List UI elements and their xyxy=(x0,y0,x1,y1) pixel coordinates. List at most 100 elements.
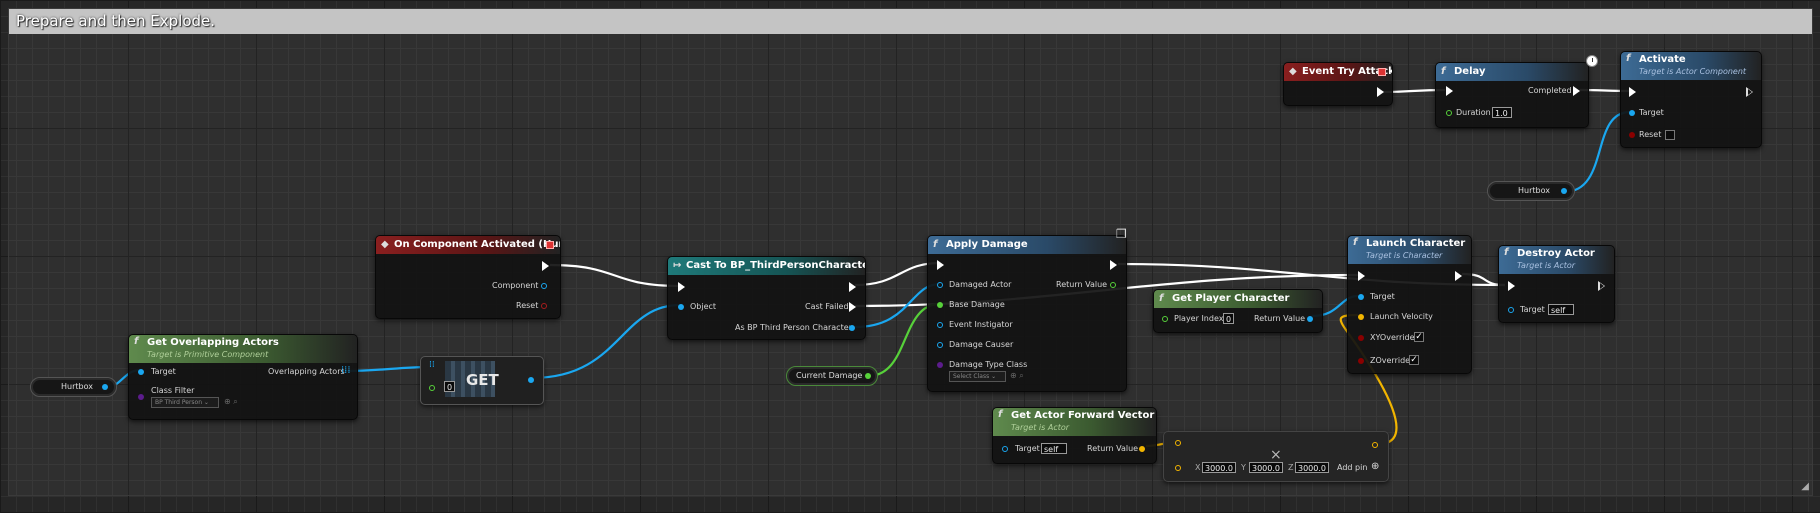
completed-exec-pin[interactable] xyxy=(1573,86,1580,96)
target-pin[interactable] xyxy=(1629,110,1635,116)
reset-pin[interactable] xyxy=(1629,132,1635,138)
player-index-input[interactable]: 0 xyxy=(1223,313,1234,324)
component-pin[interactable] xyxy=(541,283,547,289)
launch-character-node[interactable]: f Launch Character Target is Character T… xyxy=(1347,235,1472,374)
launch-character-header[interactable]: f Launch Character Target is Character xyxy=(1348,236,1471,264)
vector-b-pin[interactable] xyxy=(1175,465,1181,471)
damage-causer-pin[interactable] xyxy=(937,342,943,348)
get-overlapping-actors-header[interactable]: f Get Overlapping Actors Target is Primi… xyxy=(129,335,357,363)
exec-in-pin[interactable] xyxy=(678,282,685,292)
player-index-pin[interactable] xyxy=(1162,316,1168,322)
target-self-field[interactable]: self xyxy=(1548,304,1574,315)
current-damage-variable-node[interactable]: Current Damage xyxy=(786,366,878,386)
cast-failed-exec-pin[interactable] xyxy=(849,302,856,312)
array-pin-icon[interactable]: ⁞⁞⁞ xyxy=(341,365,351,376)
cast-node[interactable]: ↦ Cast To BP_ThirdPersonCharacter Object… xyxy=(667,256,866,340)
base-damage-pin[interactable] xyxy=(937,302,943,308)
on-component-activated-header[interactable]: ◆ On Component Activated (Hurtbox) xyxy=(376,236,560,254)
target-self-field[interactable]: self xyxy=(1041,443,1067,454)
damage-type-class-pin[interactable] xyxy=(937,362,943,368)
exec-out-pin[interactable] xyxy=(1455,271,1462,281)
hurtbox-out-pin[interactable] xyxy=(102,384,108,390)
hurtbox-out-pin[interactable] xyxy=(1561,188,1567,194)
exec-in-pin[interactable] xyxy=(1508,281,1515,291)
get-overlapping-actors-node[interactable]: f Get Overlapping Actors Target is Primi… xyxy=(128,334,358,420)
exec-out-pin[interactable] xyxy=(1110,260,1117,270)
exec-in-pin[interactable] xyxy=(1629,87,1636,97)
event-try-attack-header[interactable]: ◆ Event Try Attack xyxy=(1284,63,1392,81)
object-pin[interactable] xyxy=(678,304,684,310)
event-delegate-icon[interactable] xyxy=(546,241,554,249)
z-input[interactable]: 3000.0 xyxy=(1295,462,1329,473)
result-pin[interactable] xyxy=(1372,442,1378,448)
activate-header[interactable]: f Activate Target is Actor Component xyxy=(1621,52,1761,80)
reset-checkbox[interactable] xyxy=(1665,130,1675,140)
target-pin[interactable] xyxy=(1358,294,1364,300)
exec-in-pin[interactable] xyxy=(1358,271,1365,281)
launch-character-title: Launch Character xyxy=(1366,238,1466,249)
return-value-pin[interactable] xyxy=(1110,282,1116,288)
index-pin[interactable] xyxy=(429,385,435,391)
xy-override-pin[interactable] xyxy=(1358,335,1364,341)
event-instigator-pin[interactable] xyxy=(937,322,943,328)
class-filter-dropdown[interactable]: BP Third Person ⌄ xyxy=(151,397,219,408)
on-component-activated-node[interactable]: ◆ On Component Activated (Hurtbox) Compo… xyxy=(375,235,561,319)
return-value-pin[interactable] xyxy=(1139,446,1145,452)
exec-out-pin[interactable] xyxy=(1746,87,1753,97)
exec-out-pin[interactable] xyxy=(542,261,549,271)
blueprint-graph-canvas[interactable]: Prepare and then Explode. ◢ ◆ Event Try … xyxy=(0,0,1820,513)
target-pin[interactable] xyxy=(1002,446,1008,452)
launch-velocity-pin[interactable] xyxy=(1358,314,1364,320)
x-input[interactable]: 3000.0 xyxy=(1202,462,1236,473)
as-character-pin[interactable] xyxy=(849,325,855,331)
index-input[interactable]: 0 xyxy=(444,381,455,392)
multiply-vector-node[interactable]: × X 3000.0 Y 3000.0 Z 3000.0 Add pin ⊕ xyxy=(1163,431,1389,482)
z-override-checkbox[interactable]: ✓ xyxy=(1409,355,1419,365)
get-player-character-header[interactable]: f Get Player Character xyxy=(1154,290,1322,308)
exec-in-pin[interactable] xyxy=(1446,86,1453,96)
exec-wire-oncomp-cast[interactable] xyxy=(549,263,681,288)
apply-damage-header[interactable]: f Apply Damage xyxy=(928,236,1126,254)
get-actor-forward-vector-header[interactable]: f Get Actor Forward Vector Target is Act… xyxy=(993,408,1156,436)
apply-damage-node[interactable]: f Apply Damage ❒ Damaged Actor Return Va… xyxy=(927,227,1127,392)
browse-class-icon[interactable]: ⊕ ⌕ xyxy=(224,397,238,407)
exec-out-pin[interactable] xyxy=(849,282,856,292)
hurtbox-variable-node[interactable]: Hurtbox xyxy=(1487,181,1575,201)
add-pin-icon[interactable]: ⊕ xyxy=(1371,461,1379,472)
current-damage-out-pin[interactable] xyxy=(865,373,871,379)
vector-a-pin[interactable] xyxy=(1175,440,1181,446)
get-actor-forward-vector-node[interactable]: f Get Actor Forward Vector Target is Act… xyxy=(992,407,1157,464)
destroy-actor-header[interactable]: f Destroy Actor Target is Actor xyxy=(1499,246,1614,274)
z-override-pin[interactable] xyxy=(1358,358,1364,364)
exec-in-pin[interactable] xyxy=(937,260,944,270)
browse-class-icon[interactable]: ⊕ ⌕ xyxy=(1010,371,1024,381)
duration-pin[interactable] xyxy=(1446,110,1452,116)
cast-header[interactable]: ↦ Cast To BP_ThirdPersonCharacter xyxy=(668,257,865,275)
duration-input[interactable]: 1.0 xyxy=(1492,107,1512,118)
event-delegate-icon[interactable] xyxy=(1378,68,1386,76)
y-label: Y xyxy=(1241,463,1246,472)
exec-out-pin[interactable] xyxy=(1377,87,1384,97)
array-in-pin[interactable]: ⁞⁞ xyxy=(429,360,435,370)
array-get-node[interactable]: ⁞⁞ 0 GET xyxy=(420,356,544,405)
destroy-actor-title: Destroy Actor xyxy=(1517,248,1595,259)
target-pin[interactable] xyxy=(1508,307,1514,313)
y-input[interactable]: 3000.0 xyxy=(1249,462,1283,473)
damaged-actor-pin[interactable] xyxy=(937,282,943,288)
exec-out-pin[interactable] xyxy=(1598,281,1605,291)
target-pin[interactable] xyxy=(138,369,144,375)
delay-node[interactable]: f Delay Completed Duration 1.0 xyxy=(1435,55,1598,128)
reset-pin[interactable] xyxy=(541,303,547,309)
event-try-attack-node[interactable]: ◆ Event Try Attack xyxy=(1283,62,1393,106)
return-value-pin[interactable] xyxy=(1307,316,1313,322)
xy-override-checkbox[interactable]: ✓ xyxy=(1414,332,1424,342)
class-filter-pin[interactable] xyxy=(138,394,144,400)
hurtbox-variable-node[interactable]: Hurtbox xyxy=(30,377,117,397)
target-label: Target xyxy=(151,367,176,376)
array-item-out-pin[interactable] xyxy=(528,377,534,383)
delay-header[interactable]: f Delay xyxy=(1436,63,1588,81)
select-class-dropdown[interactable]: Select Class ⌄ xyxy=(949,371,1006,382)
destroy-actor-node[interactable]: f Destroy Actor Target is Actor Target s… xyxy=(1498,245,1615,323)
activate-node[interactable]: f Activate Target is Actor Component Tar… xyxy=(1620,51,1762,148)
get-player-character-node[interactable]: f Get Player Character Player Index 0 Re… xyxy=(1153,289,1323,333)
